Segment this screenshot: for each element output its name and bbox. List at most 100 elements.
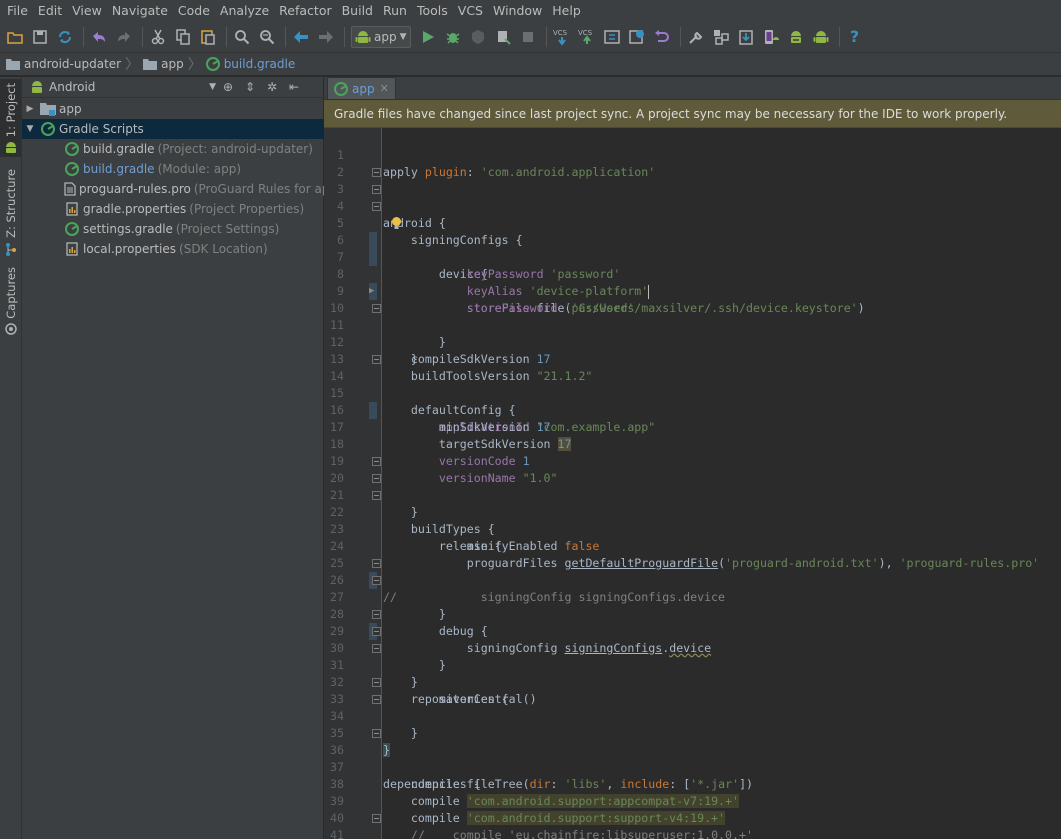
fold-toggle[interactable]	[372, 304, 381, 313]
breadcrumb-item-project[interactable]: android-updater 〉	[6, 53, 143, 76]
text-file-icon	[64, 181, 76, 197]
redo-icon[interactable]	[113, 26, 135, 48]
structure-icon	[5, 242, 16, 256]
code-line: 25 // signingConfig signingConfigs.devic…	[324, 538, 1061, 604]
scroll-from-source-icon[interactable]: ⊕	[218, 77, 238, 97]
svg-text:VCS: VCS	[578, 29, 593, 37]
replace-icon[interactable]	[256, 26, 278, 48]
collapse-all-icon[interactable]: ⇕	[240, 77, 260, 97]
tree-item-proguard[interactable]: proguard-rules.pro (ProGuard Rules for a…	[22, 179, 342, 199]
tree-item-label: gradle.properties	[83, 202, 187, 216]
breadcrumb-item-module[interactable]: app 〉	[143, 53, 206, 76]
coverage-icon[interactable]	[467, 26, 489, 48]
tree-item-build-gradle-project[interactable]: build.gradle (Project: android-updater)	[22, 139, 324, 159]
vcs-revert-icon[interactable]	[651, 26, 673, 48]
tree-item-gradle-scripts[interactable]: ▼ Gradle Scripts	[22, 119, 324, 139]
project-view-select[interactable]: Android ▼	[30, 80, 216, 94]
fold-toggle[interactable]	[372, 576, 381, 585]
expand-arrow-icon[interactable]: ▶	[24, 104, 36, 114]
undo-icon[interactable]	[88, 26, 110, 48]
android-device-monitor-icon[interactable]	[785, 26, 807, 48]
gear-icon[interactable]: ✲	[262, 77, 282, 97]
menu-view[interactable]: View	[67, 0, 107, 22]
fold-toggle[interactable]	[372, 457, 381, 466]
fold-toggle[interactable]	[372, 491, 381, 500]
menu-help[interactable]: Help	[547, 0, 586, 22]
vcs-update-icon[interactable]: VCS	[551, 26, 573, 48]
tool-window-structure[interactable]: Z: Structure	[0, 169, 21, 256]
menu-file[interactable]: File	[2, 0, 33, 22]
fold-toggle[interactable]	[372, 729, 381, 738]
menu-tools[interactable]: Tools	[412, 0, 453, 22]
fold-toggle[interactable]	[372, 185, 381, 194]
tool-window-captures[interactable]: Captures	[0, 267, 21, 335]
fold-toggle[interactable]	[372, 610, 381, 619]
menu-vcs[interactable]: VCS	[453, 0, 488, 22]
settings-icon[interactable]	[685, 26, 707, 48]
menu-window[interactable]: Window	[488, 0, 547, 22]
gradle-file-icon	[64, 221, 80, 237]
tree-item-build-gradle-module[interactable]: build.gradle (Module: app)	[22, 159, 324, 179]
save-icon[interactable]	[29, 26, 51, 48]
code-editor[interactable]: 1 apply plugin: 'com.android.application…	[324, 128, 1061, 839]
paste-icon[interactable]	[197, 26, 219, 48]
menu-run[interactable]: Run	[378, 0, 412, 22]
menu-edit[interactable]: Edit	[33, 0, 67, 22]
fold-toggle[interactable]	[372, 355, 381, 364]
cut-icon[interactable]	[147, 26, 169, 48]
tab-app-build-gradle[interactable]: app ✕	[327, 77, 396, 99]
menu-navigate[interactable]: Navigate	[107, 0, 173, 22]
debug-icon[interactable]	[442, 26, 464, 48]
main-toolbar: app ▼ VCS VCS ?	[0, 22, 1061, 53]
fold-toggle[interactable]	[372, 678, 381, 687]
forward-icon[interactable]	[315, 26, 337, 48]
lightbulb-icon[interactable]	[390, 216, 403, 231]
find-icon[interactable]	[231, 26, 253, 48]
fold-toggle[interactable]	[372, 202, 381, 211]
tab-label: app	[352, 81, 375, 96]
vcs-commit-icon[interactable]: VCS	[576, 26, 598, 48]
project-structure-icon[interactable]	[710, 26, 732, 48]
close-icon[interactable]: ✕	[380, 82, 389, 95]
avd-manager-icon[interactable]	[760, 26, 782, 48]
tree-item-settings-gradle[interactable]: settings.gradle (Project Settings)	[22, 219, 324, 239]
menu-build[interactable]: Build	[337, 0, 378, 22]
android-icon	[5, 142, 16, 154]
vcs-compare-icon[interactable]	[601, 26, 623, 48]
copy-icon[interactable]	[172, 26, 194, 48]
fold-toggle[interactable]	[372, 814, 381, 823]
tree-item-gradle-properties[interactable]: gradle.properties (Project Properties)	[22, 199, 324, 219]
menu-code[interactable]: Code	[173, 0, 215, 22]
stop-icon[interactable]	[517, 26, 539, 48]
left-tool-window-stripe: 1: Project Z: Structure Captures	[0, 77, 22, 839]
hide-panel-icon[interactable]: ⇤	[284, 77, 304, 97]
tree-item-hint: (Project: android-updater)	[157, 142, 313, 156]
gradle-icon	[40, 121, 56, 137]
fold-toggle[interactable]	[372, 474, 381, 483]
menu-refactor[interactable]: Refactor	[274, 0, 336, 22]
fold-arrow-icon[interactable]: ▶	[369, 283, 374, 300]
menu-analyze[interactable]: Analyze	[215, 0, 274, 22]
breadcrumb-item-file[interactable]: build.gradle	[205, 53, 300, 76]
tree-item-app[interactable]: ▶ app	[22, 99, 324, 119]
sdk-manager-icon[interactable]	[735, 26, 757, 48]
fold-toggle[interactable]	[372, 644, 381, 653]
vcs-history-icon[interactable]	[626, 26, 648, 48]
fold-toggle[interactable]	[372, 695, 381, 704]
open-icon[interactable]	[4, 26, 26, 48]
editor: app ✕ Gradle files have changed since la…	[324, 77, 1061, 839]
run-icon[interactable]	[417, 26, 439, 48]
android-icon[interactable]	[810, 26, 832, 48]
code-line: 16 minSdkVersion 17	[324, 385, 1061, 434]
attach-icon[interactable]	[492, 26, 514, 48]
fold-toggle[interactable]	[372, 168, 381, 177]
help-icon[interactable]: ?	[844, 26, 866, 48]
sync-icon[interactable]	[54, 26, 76, 48]
fold-toggle[interactable]	[372, 627, 381, 636]
fold-toggle[interactable]	[372, 559, 381, 568]
collapse-arrow-icon[interactable]: ▼	[24, 124, 36, 134]
back-icon[interactable]	[290, 26, 312, 48]
tool-window-project[interactable]: 1: Project	[0, 79, 21, 158]
tree-item-local-properties[interactable]: local.properties (SDK Location)	[22, 239, 324, 259]
run-configuration-select[interactable]: app ▼	[351, 26, 411, 48]
